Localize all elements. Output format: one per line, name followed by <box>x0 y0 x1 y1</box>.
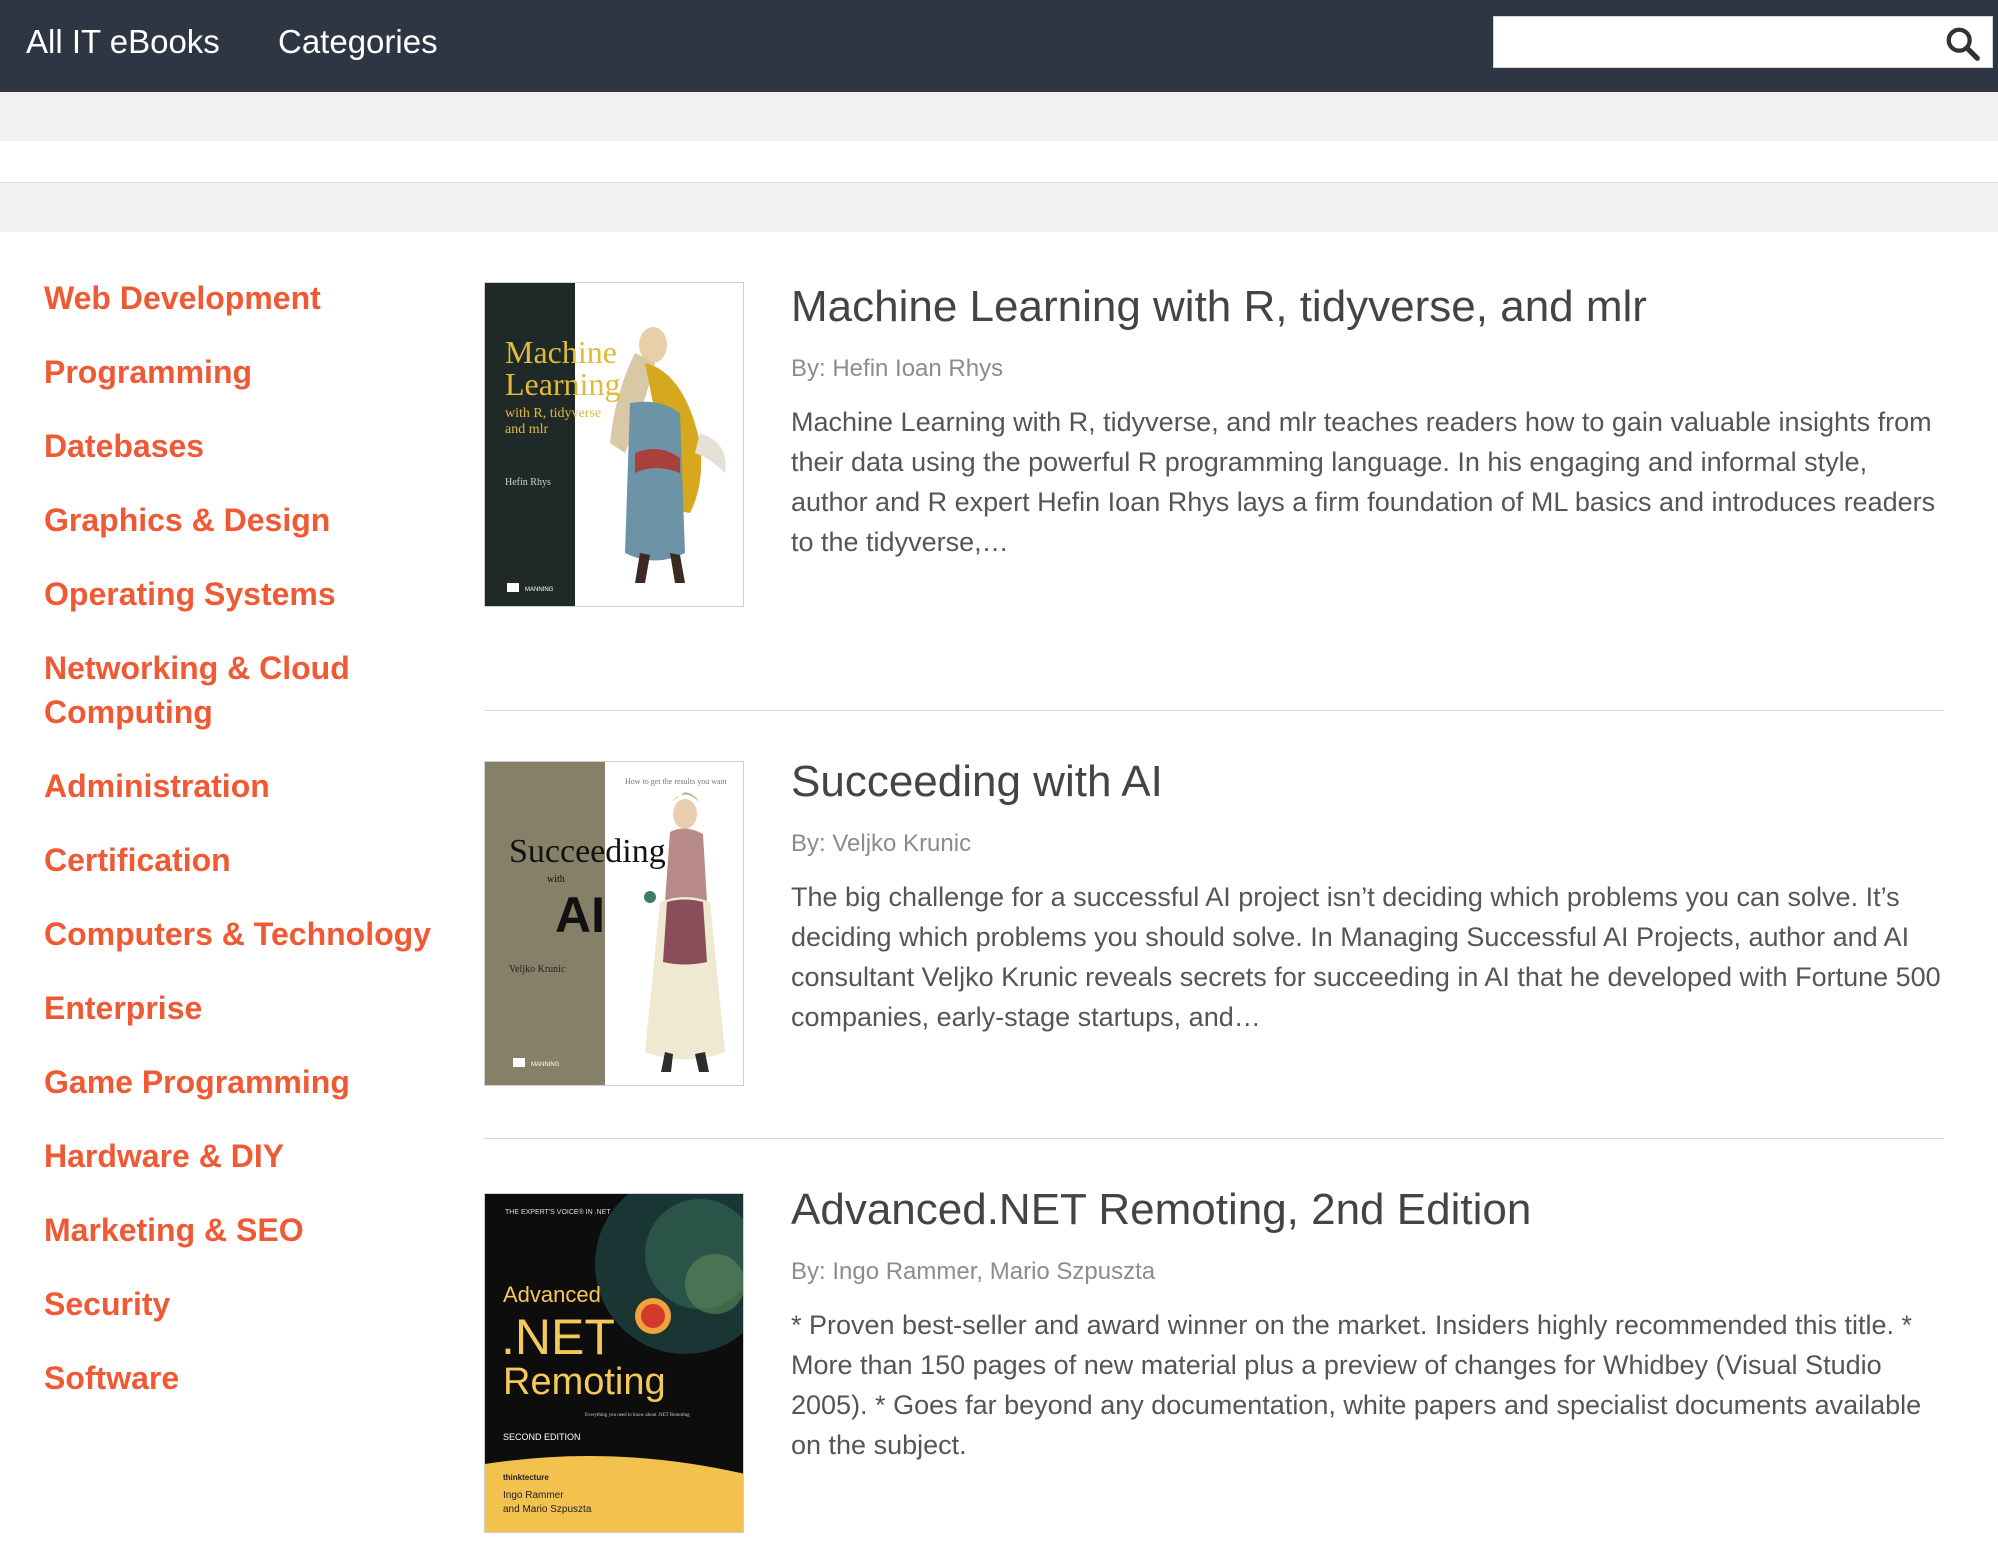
banner-strip-top <box>0 92 1998 141</box>
category-link-certification[interactable]: Certification <box>44 838 464 882</box>
category-link-game-programming[interactable]: Game Programming <box>44 1060 464 1104</box>
nav-categories-link[interactable]: Categories <box>278 22 438 62</box>
cover-title-line2: Learning <box>505 366 621 402</box>
book-author: By: Ingo Rammer, Mario Szpuszta <box>791 1258 1156 1285</box>
book-details: Succeeding with AI By: Veljko Krunic The… <box>791 757 1941 1037</box>
cover-badge: thinktecture <box>503 1473 549 1482</box>
cover-subtitle: Everything you need to know about .NET R… <box>585 1413 690 1418</box>
book-description: Machine Learning with R, tidyverse, and … <box>791 407 1936 557</box>
banner-strip-middle <box>0 141 1998 183</box>
category-link-operating-systems[interactable]: Operating Systems <box>44 572 464 616</box>
book-item: Machine Learning with R, tidyverse and m… <box>484 282 1944 710</box>
category-link-graphics-design[interactable]: Graphics & Design <box>44 498 464 542</box>
cover-author: Hefin Rhys <box>505 477 551 488</box>
book-cover-art: Machine Learning with R, tidyverse and m… <box>485 283 743 606</box>
book-details: Machine Learning with R, tidyverse, and … <box>791 282 1941 562</box>
cover-title-line3: AI <box>555 887 605 943</box>
category-link-marketing-seo[interactable]: Marketing & SEO <box>44 1208 464 1252</box>
book-author: By: Veljko Krunic <box>791 830 972 857</box>
book-title-link[interactable]: Machine Learning with R, tidyverse, and … <box>791 282 1941 332</box>
cover-edition: SECOND EDITION <box>503 1432 581 1442</box>
search-box <box>1493 16 1993 68</box>
category-link-networking-cloud[interactable]: Networking & Cloud Computing <box>44 646 464 734</box>
book-author: By: Hefin Ioan Rhys <box>791 355 1004 382</box>
cover-publisher: MANNING <box>525 587 554 593</box>
search-icon <box>1946 27 1980 61</box>
cover-title-line2: with <box>547 874 565 885</box>
cover-series: THE EXPERT'S VOICE® IN .NET <box>505 1208 611 1216</box>
category-sidebar: Web Development Programming Datebases Gr… <box>44 276 464 1430</box>
publisher-logo-icon <box>513 1058 525 1067</box>
cover-author-2: and Mario Szpuszta <box>503 1504 592 1515</box>
cover-tagline: How to get the results you want <box>625 777 728 786</box>
book-list: Machine Learning with R, tidyverse and m… <box>484 282 1944 1566</box>
book-cover-art: THE EXPERT'S VOICE® IN .NET Advanced .NE… <box>485 1194 743 1532</box>
book-item: How to get the results you want Succeedi… <box>484 710 1944 1138</box>
cover-title-line1: Machine <box>505 334 617 370</box>
cover-title-line3: with R, tidyverse <box>505 406 601 421</box>
book-cover-art: How to get the results you want Succeedi… <box>485 762 743 1085</box>
publisher-logo-icon <box>507 583 519 592</box>
top-navbar: All IT eBooks Categories <box>0 0 1998 92</box>
category-link-programming[interactable]: Programming <box>44 350 464 394</box>
book-description: The big challenge for a successful AI pr… <box>791 882 1941 1032</box>
book-title-link[interactable]: Advanced.NET Remoting, 2nd Edition <box>791 1185 1941 1235</box>
book-cover-image[interactable]: How to get the results you want Succeedi… <box>484 761 744 1086</box>
cover-author-1: Ingo Rammer <box>503 1490 564 1501</box>
cover-title-line2: .NET <box>501 1309 615 1365</box>
category-link-security[interactable]: Security <box>44 1282 464 1326</box>
banner-strip-bottom <box>0 183 1998 232</box>
category-link-hardware-diy[interactable]: Hardware & DIY <box>44 1134 464 1178</box>
cover-title-line1: Succeeding <box>509 833 666 870</box>
cover-title-line1: Advanced <box>503 1282 601 1307</box>
book-title-link[interactable]: Succeeding with AI <box>791 757 1941 807</box>
cover-publisher: MANNING <box>531 1062 560 1068</box>
cover-title-line4: and mlr <box>505 422 548 437</box>
cover-title-line3: Remoting <box>503 1361 666 1403</box>
search-input[interactable] <box>1494 17 1934 67</box>
book-cover-image[interactable]: Machine Learning with R, tidyverse and m… <box>484 282 744 607</box>
category-link-computers-technology[interactable]: Computers & Technology <box>44 912 464 956</box>
book-description: * Proven best-seller and award winner on… <box>791 1310 1922 1460</box>
book-cover-image[interactable]: THE EXPERT'S VOICE® IN .NET Advanced .NE… <box>484 1193 744 1533</box>
category-link-software[interactable]: Software <box>44 1356 464 1400</box>
cover-author: Veljko Krunic <box>509 964 566 975</box>
category-link-databases[interactable]: Datebases <box>44 424 464 468</box>
category-link-administration[interactable]: Administration <box>44 764 464 808</box>
nav-home-link[interactable]: All IT eBooks <box>26 22 220 62</box>
search-button[interactable] <box>1944 25 1984 61</box>
book-details: Advanced.NET Remoting, 2nd Edition By: I… <box>791 1185 1941 1465</box>
category-link-enterprise[interactable]: Enterprise <box>44 986 464 1030</box>
book-item: THE EXPERT'S VOICE® IN .NET Advanced .NE… <box>484 1138 1944 1566</box>
category-link-web-development[interactable]: Web Development <box>44 276 464 320</box>
